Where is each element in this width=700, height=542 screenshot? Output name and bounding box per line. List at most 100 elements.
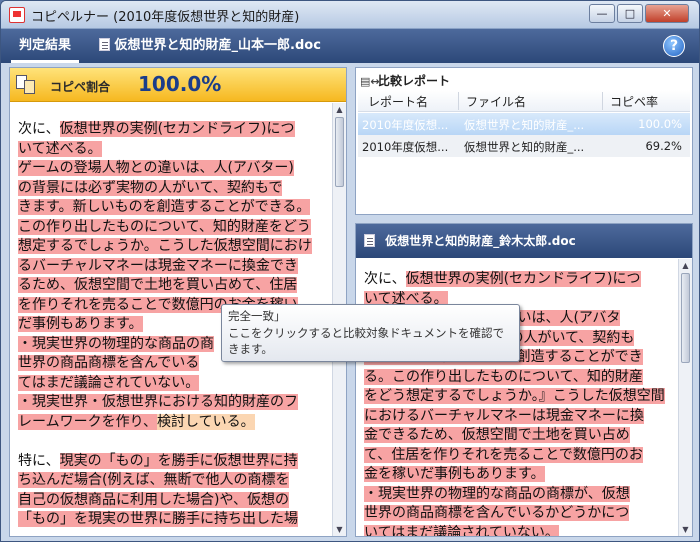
text-line: いて述べる。 [18, 140, 328, 160]
matched-text[interactable]: の背景には必ず実物の人がいて、契約もで [18, 179, 283, 196]
matched-text[interactable]: 仮想空間で土地を買い占め [461, 427, 630, 443]
row-file-name: 仮想世界と知的財産_... [464, 140, 585, 154]
compare-scrollbar[interactable]: ▲ ▼ [678, 259, 692, 536]
matched-text[interactable]: 想定するでしょうか。 [18, 238, 158, 254]
matched-text[interactable]: 知的財産 [586, 368, 643, 385]
matched-text[interactable]: 検討している。 [157, 413, 255, 430]
matched-text[interactable]: 人(アバタ [559, 310, 621, 326]
matched-text[interactable]: 金を稼いだ事例もあります。 [364, 466, 545, 482]
matched-text[interactable]: て、住居を作りそれを売ることで数億円のお [364, 446, 643, 463]
report-list-panel: ▤↔比較レポート レポート名 ファイル名 コピペ率 2010年度仮想... 仮想… [355, 67, 693, 215]
row-report-name: 2010年度仮想... [362, 118, 449, 132]
matched-text[interactable]: こうした仮想空間におけ [157, 238, 312, 254]
matched-text[interactable]: 仮想 [601, 485, 630, 502]
matched-text[interactable]: をどう想定するでしょうか。 [364, 388, 539, 404]
column-copy-rate[interactable]: コピペ率 [610, 93, 658, 110]
match-tooltip[interactable]: 完全一致」 ここをクリックすると比較対象ドキュメントを確認で きます。 [221, 304, 520, 362]
matched-text[interactable]: いてはまだ議論されていない。 [364, 524, 559, 536]
matched-text[interactable]: 現実の「もの」を勝手に仮想世界に持 [59, 452, 298, 469]
report-header-label: 比較レポート [378, 74, 451, 88]
minimize-button[interactable]: — [589, 4, 615, 23]
matched-text[interactable]: レームワークを作り、 [18, 413, 158, 430]
text-line: 次に、仮想世界の実例(セカンドライフ)につ [364, 270, 676, 290]
scroll-down-icon[interactable]: ▼ [335, 525, 344, 534]
matched-text[interactable]: 世界の商品商標を含んでいる [18, 355, 200, 371]
matched-text[interactable]: 例えば、無断で他人の商標を [107, 472, 290, 488]
matched-text[interactable]: ゲームの登場人物との違いは、 [18, 160, 214, 176]
help-icon[interactable]: ? [663, 35, 685, 57]
text-line: 特に、現実の「もの」を勝手に仮想世界に持 [18, 452, 328, 472]
matched-text[interactable]: ・現実世界の物理的な商品の商標が、 [364, 485, 602, 502]
text-line: 金を稼いだ事例もあります。 [364, 465, 676, 485]
text-line: 合(例えば、無断で仮想世界での仮想商品を [18, 530, 328, 531]
table-row[interactable]: 2010年度仮想... 仮想世界と知的財産_... 69.2% [358, 135, 690, 157]
matched-text[interactable]: 「もの」を現実の世界に勝手に持ち出した場 [18, 511, 298, 527]
matched-text[interactable]: いて述べる。 [18, 140, 102, 157]
text-line: におけるバーチャルマネーは現金マネーに換 [364, 407, 676, 427]
matched-text[interactable]: 新しいものを創造することができる。 [72, 199, 311, 215]
maximize-button[interactable]: □ [617, 4, 643, 23]
toolbar: 判定結果 仮想世界と知的財産_山本一郎.doc [1, 29, 699, 63]
text-line: この作り出したものについて、知的財産をどう [18, 218, 328, 238]
column-file-name[interactable]: ファイル名 [466, 93, 526, 110]
matched-text[interactable]: や、 [219, 491, 248, 508]
matched-text[interactable]: 知的財産をどう [212, 218, 311, 235]
title-bar[interactable]: コピペルナー (2010年度仮想世界と知的財産) — □ ✕ [1, 1, 699, 29]
text-line: きます。新しいものを創造することができる。 [18, 198, 328, 218]
copy-ratio-bar: コピペ割合 100.0% [10, 68, 346, 102]
scroll-down-icon[interactable]: ▼ [681, 525, 690, 534]
scroll-thumb[interactable] [335, 117, 344, 187]
matched-text[interactable]: てはまだ議論されていない。 [18, 374, 200, 391]
matched-text[interactable]: 金できるため、 [364, 427, 462, 443]
report-table-header: レポート名 ファイル名 コピペ率 [358, 90, 690, 112]
text-line: ・現実世界・仮想世界における知的財産のフ [18, 393, 328, 413]
matched-text[interactable]: 契約も [592, 329, 635, 346]
matched-text[interactable]: 仮想世界の実例(セカンドライフ)につ [405, 271, 641, 287]
matched-text[interactable]: 仮想の [247, 491, 290, 508]
text-segment: 次に、 [18, 121, 60, 137]
compare-document-title: 仮想世界と知的財産_鈴木太郎.doc [385, 234, 576, 248]
tab-result[interactable]: 判定結果 [11, 29, 80, 63]
copy-paste-icon [16, 75, 38, 95]
matched-text[interactable]: 人(アバター) [213, 160, 294, 176]
text-segment: 次に、 [364, 271, 406, 287]
matched-text[interactable]: 世界の商品商標を含んでいるかどうかにつ [364, 505, 630, 521]
copy-ratio-label: コピペ割合 [50, 80, 111, 94]
close-button[interactable]: ✕ [645, 4, 689, 23]
scroll-thumb[interactable] [681, 273, 690, 363]
text-line: 金できるため、仮想空間で土地を買い占め [364, 426, 676, 446]
matched-text[interactable]: 』こうした仮想空間 [538, 388, 665, 404]
text-line: 想定するでしょうか。こうした仮想空間におけ [18, 237, 328, 257]
scroll-up-icon[interactable]: ▲ [681, 261, 690, 270]
text-line: 「もの」を現実の世界に勝手に持ち出した場 [18, 510, 328, 530]
text-line: る。この作り出したものについて、知的財産 [364, 368, 676, 388]
matched-text[interactable]: ・現実世界の物理的な商品の商 [18, 335, 214, 352]
window-title: コピペルナー (2010年度仮想世界と知的財産) [31, 10, 300, 25]
matched-text[interactable]: 住居 [269, 277, 298, 293]
matched-text[interactable]: きます。 [18, 199, 73, 215]
matched-text[interactable]: るバーチャルマネーは現金マネーに換金でき [18, 257, 298, 274]
scroll-up-icon[interactable]: ▲ [335, 105, 344, 114]
text-line: るため、仮想空間で土地を買い占めて、住居 [18, 276, 328, 296]
matched-text[interactable]: 自己の仮想商品に利用した場合) [18, 491, 220, 508]
matched-text[interactable]: 仮想世界の実例(セカンドライフ)につ [59, 121, 295, 137]
matched-text[interactable]: におけるバーチャルマネーは現金マネーに換 [364, 407, 644, 424]
column-report-name[interactable]: レポート名 [368, 93, 428, 110]
row-copy-rate: 69.2% [645, 139, 682, 153]
matched-text[interactable]: ・現実世界・仮想世界における知的財産のフ [18, 394, 298, 410]
text-line: ・現実世界の物理的な商品の商標が、仮想 [364, 485, 676, 505]
matched-text[interactable]: だ事例もあります。 [18, 316, 143, 332]
table-row[interactable]: 2010年度仮想... 仮想世界と知的財産_... 100.0% [358, 113, 690, 135]
matched-text[interactable]: ち込んだ場合( [18, 472, 108, 488]
matched-text[interactable]: るため、 [18, 277, 74, 293]
document-icon [364, 234, 375, 247]
matched-text[interactable]: この作り出したものについて、 [18, 218, 213, 235]
text-line: ち込んだ場合(例えば、無断で他人の商標を [18, 471, 328, 491]
text-line: ゲームの登場人物との違いは、人(アバター) [18, 159, 328, 179]
matched-text[interactable]: る。この作り出したものについて、 [364, 368, 587, 385]
text-line: 世界の商品商標を含んでいるかどうかにつ [364, 504, 676, 524]
matched-text[interactable]: 仮想空間で土地を買い占めて、 [74, 277, 270, 293]
text-line: をどう想定するでしょうか。』こうした仮想空間 [364, 387, 676, 407]
app-icon [9, 7, 25, 23]
report-header: ▤↔比較レポート [360, 72, 450, 89]
